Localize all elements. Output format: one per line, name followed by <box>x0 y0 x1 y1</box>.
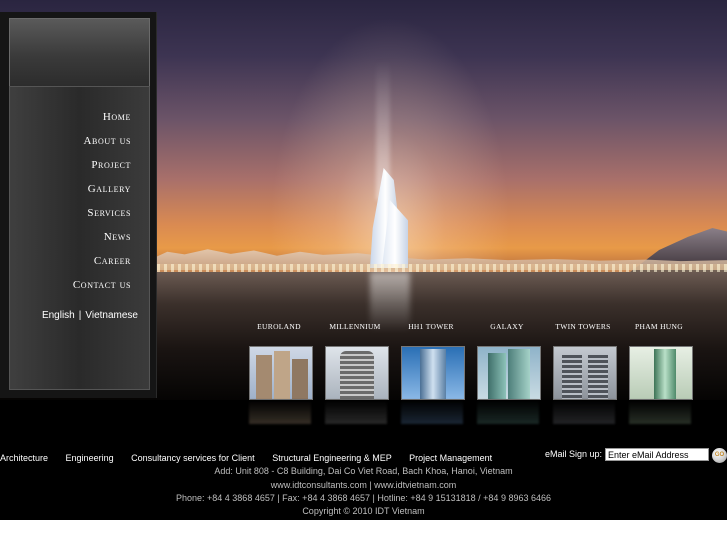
footer-websites: www.idtconsultants.com | www.idtvietnam.… <box>270 480 457 490</box>
nav-contact-us[interactable]: Contact us <box>73 279 131 291</box>
project-galaxy: Galaxy <box>474 322 541 424</box>
nav-about-us[interactable]: About us <box>84 135 132 147</box>
language-separator: | <box>78 310 82 321</box>
nav-career[interactable]: Career <box>94 255 131 267</box>
footer-link-project-management[interactable]: Project Management <box>409 453 492 463</box>
project-thumbnail-image[interactable] <box>629 346 693 400</box>
project-thumbnail-image[interactable] <box>249 346 313 400</box>
project-label: Twin Towers <box>555 322 611 331</box>
main-navigation-panel: Home About us Project Gallery Services N… <box>0 12 157 398</box>
logo-area <box>9 18 150 88</box>
thumbnail-reflection <box>629 400 691 424</box>
project-thumbnail-image[interactable] <box>325 346 389 400</box>
footer-phone: Phone: +84 4 3868 4657 | Fax: +84 4 3868… <box>176 493 551 503</box>
project-millennium: Millennium <box>322 322 389 424</box>
language-vietnamese-link[interactable]: Vietnamese <box>85 310 138 321</box>
nav-home[interactable]: Home <box>103 111 131 123</box>
thumbnail-reflection <box>553 400 615 424</box>
nav-news[interactable]: News <box>104 231 131 243</box>
footer-link-engineering[interactable]: Engineering <box>66 453 114 463</box>
thumbnail-reflection <box>325 400 387 424</box>
thumbnail-reflection <box>249 400 311 424</box>
footer-service-links: Architecture Engineering Consultancy ser… <box>0 453 492 463</box>
project-twin-towers: Twin Towers <box>550 322 617 424</box>
project-hh1-tower: HH1 Tower <box>398 322 465 424</box>
project-label: Pham Hung <box>635 322 683 331</box>
language-switcher: English | Vietnamese <box>0 310 138 321</box>
email-signup-label: eMail Sign up: <box>545 449 603 459</box>
thumbnail-reflection <box>401 400 463 424</box>
language-english-link[interactable]: English <box>42 310 75 321</box>
page: Home About us Project Gallery Services N… <box>0 0 727 545</box>
project-euroland: Euroland <box>246 322 313 424</box>
footer-address: Add: Unit 808 - C8 Building, Dai Co Viet… <box>214 466 513 476</box>
footer-link-architecture[interactable]: Architecture <box>0 453 48 463</box>
project-pham-hung: Pham Hung <box>626 322 693 424</box>
thumbnail-reflection <box>477 400 539 424</box>
footer-copyright: Copyright © 2010 IDT Vietnam <box>302 506 425 516</box>
nav-gallery[interactable]: Gallery <box>88 183 131 195</box>
navigation-menu: Home About us Project Gallery Services N… <box>9 86 150 390</box>
footer-link-structural-mep[interactable]: Structural Engineering & MEP <box>272 453 391 463</box>
nav-project[interactable]: Project <box>91 159 131 171</box>
project-label: HH1 Tower <box>408 322 454 331</box>
page-bottom-margin <box>0 520 727 545</box>
project-label: Millennium <box>329 322 381 331</box>
go-button[interactable]: GO <box>712 448 727 463</box>
project-label: Galaxy <box>490 322 524 331</box>
city-lights <box>150 264 727 272</box>
project-thumbnail-image[interactable] <box>553 346 617 400</box>
project-thumbnail-image[interactable] <box>477 346 541 400</box>
project-label: Euroland <box>257 322 301 331</box>
email-signup-input[interactable] <box>605 448 709 461</box>
nav-services[interactable]: Services <box>87 207 131 219</box>
footer-link-consultancy[interactable]: Consultancy services for Client <box>131 453 255 463</box>
project-thumbnail-image[interactable] <box>401 346 465 400</box>
